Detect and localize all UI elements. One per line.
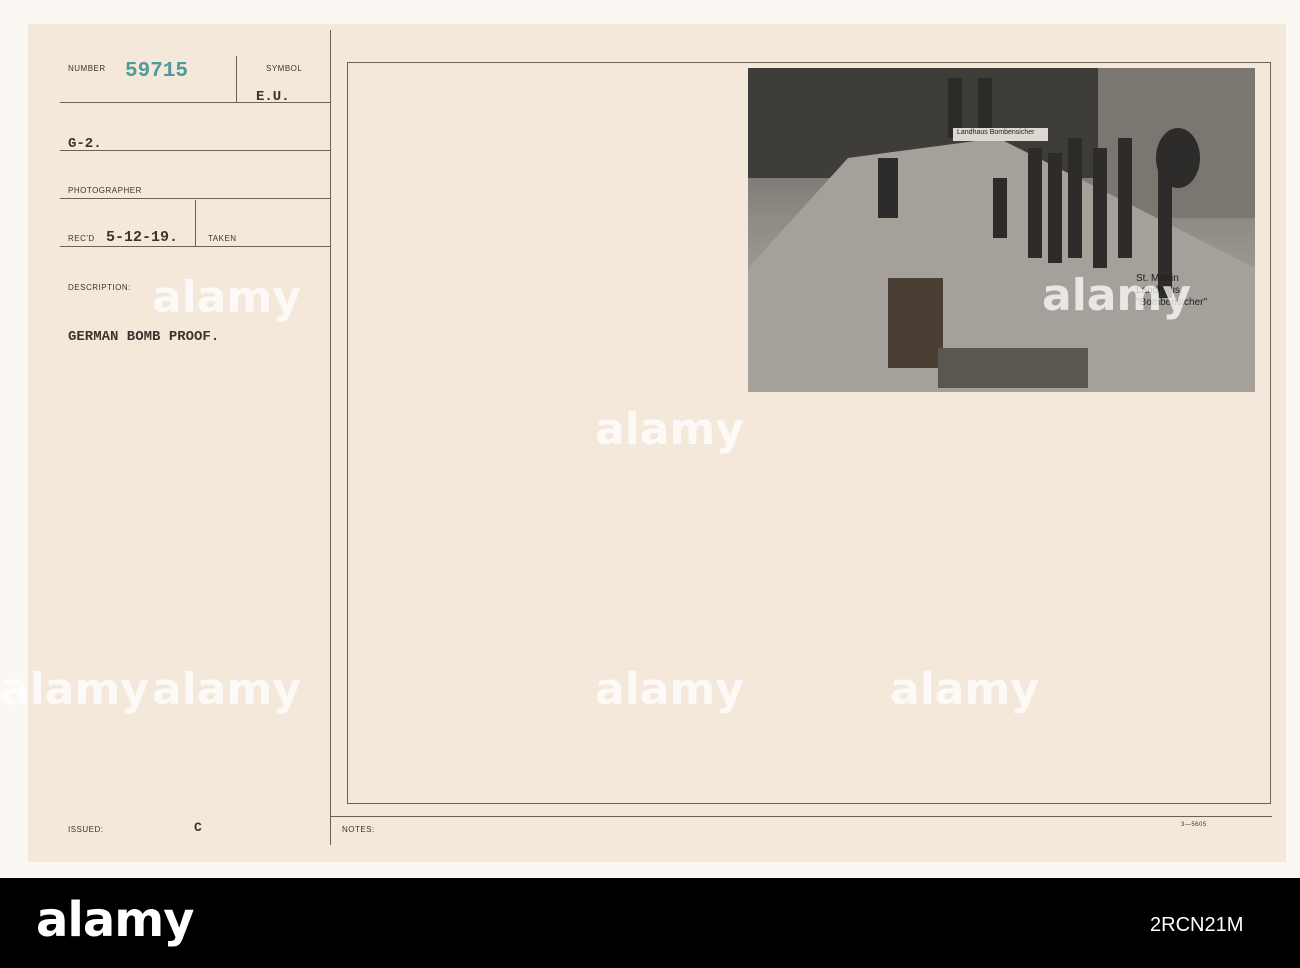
watermark: alamy: [152, 664, 301, 715]
divider: [236, 56, 237, 102]
description-label: DESCRIPTION:: [68, 283, 131, 292]
column-divider: [330, 30, 331, 845]
historical-photo: Landhaus Bombensicher St. Martin Landhau…: [748, 68, 1255, 392]
watermark: alamy: [0, 664, 149, 715]
photo-scene: [748, 68, 1255, 392]
watermark: alamy: [595, 664, 744, 715]
image-id: 2RCN21M: [1150, 914, 1244, 936]
photo-sign: Landhaus Bombensicher: [957, 129, 1035, 136]
number-value: 59715: [125, 60, 189, 83]
divider: [60, 246, 330, 247]
watermark: alamy: [595, 404, 744, 455]
notes-label: NOTES:: [342, 825, 375, 834]
photographer-label: PHOTOGRAPHER: [68, 186, 142, 195]
divider: [195, 200, 196, 246]
watermark: alamy: [152, 272, 301, 323]
footer-logo: alamy: [36, 892, 195, 948]
divider: [60, 150, 330, 151]
divider: [60, 198, 330, 199]
description-value: GERMAN BOMB PROOF.: [68, 329, 220, 345]
issued-mark: C: [194, 820, 202, 835]
form-number: 3—5605: [1181, 822, 1207, 828]
watermark: alamy: [1042, 270, 1191, 321]
number-label: NUMBER: [68, 64, 106, 73]
issued-label: ISSUED:: [68, 825, 104, 834]
taken-label: TAKEN: [208, 234, 237, 243]
watermark: alamy: [890, 664, 1039, 715]
divider: [60, 102, 330, 103]
stock-footer: alamy 2RCN21M: [0, 878, 1300, 968]
recd-date: 5-12-19.: [106, 229, 179, 246]
symbol-label: SYMBOL: [266, 64, 303, 73]
divider: [330, 816, 1272, 817]
recd-label: REC'D: [68, 234, 95, 243]
